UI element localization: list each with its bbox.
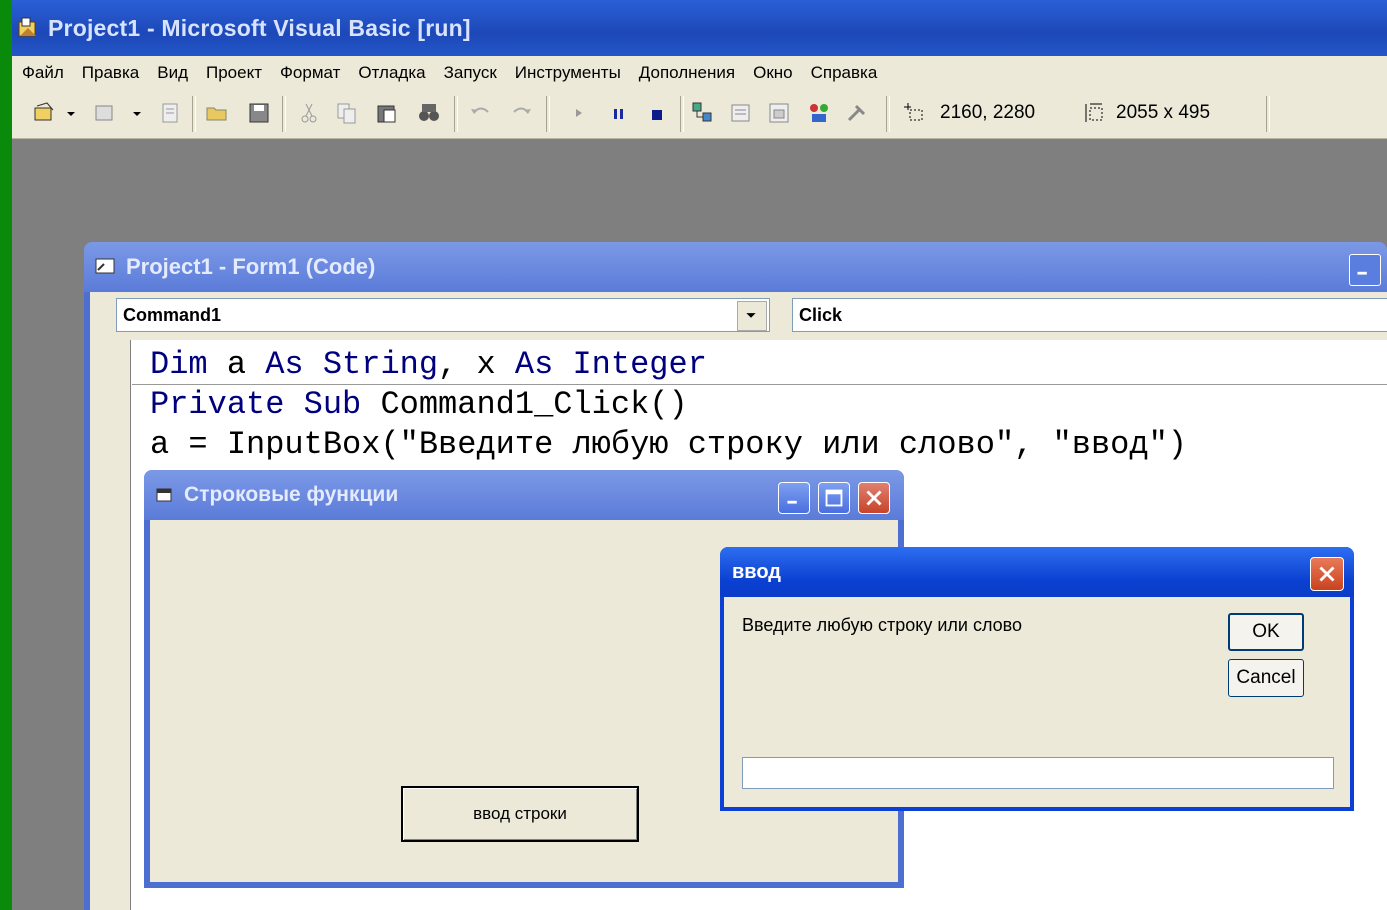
save-icon[interactable] — [246, 100, 272, 126]
copy-icon[interactable] — [334, 100, 360, 126]
code-window-title: Project1 - Form1 (Code) — [126, 254, 376, 279]
toolbar-separator — [680, 96, 684, 132]
toolbar-separator — [192, 96, 196, 132]
cancel-button[interactable]: Cancel — [1228, 659, 1304, 697]
menu-bar: Файл Правка Вид Проект Формат Отладка За… — [12, 56, 1387, 90]
object-browser-icon[interactable] — [806, 100, 832, 126]
minimize-button[interactable] — [1349, 254, 1381, 286]
close-icon — [866, 490, 882, 506]
procedure-combo-value: Click — [799, 304, 843, 325]
menu-project[interactable]: Проект — [206, 63, 262, 83]
add-form-icon[interactable] — [92, 100, 118, 126]
form-layout-icon[interactable] — [766, 100, 792, 126]
minimize-icon — [787, 500, 797, 504]
toolbar-separator — [454, 96, 458, 132]
stop-icon[interactable] — [644, 100, 670, 126]
cut-icon[interactable] — [296, 100, 322, 126]
toolbar-separator — [1266, 96, 1270, 132]
open-folder-icon[interactable] — [204, 100, 230, 126]
maximize-icon — [825, 489, 843, 507]
form-icon — [156, 488, 172, 502]
size-readout: 2055 x 495 — [1116, 102, 1211, 123]
redo-icon[interactable] — [508, 100, 534, 126]
menu-help[interactable]: Справка — [811, 63, 878, 83]
margin-indicator-bar — [90, 340, 131, 910]
close-icon — [1319, 566, 1335, 582]
paste-icon[interactable] — [374, 100, 400, 126]
break-icon[interactable] — [606, 100, 632, 126]
menu-view[interactable]: Вид — [157, 63, 188, 83]
input-dialog: ввод Введите любую строку или слово OK C… — [720, 547, 1354, 811]
procedure-combo[interactable]: Click — [792, 298, 1387, 332]
chevron-down-icon[interactable] — [130, 100, 144, 126]
dialog-prompt: Введите любую строку или слово — [742, 615, 1023, 635]
size-icon — [1085, 103, 1103, 122]
project-explorer-icon[interactable] — [690, 100, 716, 126]
menu-editor-icon[interactable] — [158, 100, 184, 126]
menu-window[interactable]: Окно — [753, 63, 793, 83]
code-line-3: a = InputBox("Введите любую строку или с… — [150, 426, 1187, 463]
undo-icon[interactable] — [468, 100, 494, 126]
menu-debug[interactable]: Отладка — [358, 63, 425, 83]
form-title: Строковые функции — [184, 483, 399, 506]
object-combo[interactable]: Command1 — [116, 298, 770, 332]
title-bar: Project1 - Microsoft Visual Basic [run] — [12, 0, 1387, 56]
object-combo-dropdown-button[interactable] — [737, 301, 767, 331]
object-combo-value: Command1 — [123, 304, 222, 325]
menu-run[interactable]: Запуск — [444, 63, 497, 83]
menu-tools[interactable]: Инструменты — [515, 63, 621, 83]
menu-format[interactable]: Формат — [280, 63, 340, 83]
toolbox-icon[interactable] — [844, 100, 870, 126]
toolbar-separator — [546, 96, 550, 132]
form-minimize-button[interactable] — [778, 482, 810, 514]
dialog-body: Введите любую строку или слово OK Cancel — [724, 597, 1350, 807]
code-combos: Command1 Click — [90, 292, 1387, 340]
vb-app-icon — [18, 17, 36, 37]
dialog-close-button[interactable] — [1310, 557, 1344, 591]
code-line-1: Dim a As String, x As Integer — [150, 346, 707, 383]
code-window-icon — [95, 258, 115, 274]
add-project-icon[interactable] — [32, 100, 58, 126]
minimize-icon — [1357, 271, 1367, 275]
toolbar-separator — [886, 96, 890, 132]
chevron-down-icon[interactable] — [64, 100, 78, 126]
ok-button[interactable]: OK — [1228, 613, 1304, 651]
dialog-title-bar[interactable]: ввод — [720, 547, 1354, 597]
menu-edit[interactable]: Правка — [82, 63, 139, 83]
properties-window-icon[interactable] — [728, 100, 754, 126]
dialog-title: ввод — [732, 560, 781, 583]
code-window-title-bar[interactable]: Project1 - Form1 (Code) — [84, 242, 1387, 292]
dialog-input-field[interactable] — [742, 757, 1334, 789]
procedure-separator — [132, 384, 1387, 385]
standard-toolbar: 2160, 2280 2055 x 495 — [12, 90, 1387, 139]
chevron-down-icon — [746, 313, 756, 318]
code-line-2: Private Sub Command1_Click() — [150, 386, 688, 423]
app-title: Project1 - Microsoft Visual Basic [run] — [48, 14, 471, 41]
start-icon[interactable] — [566, 100, 592, 126]
input-string-button[interactable]: ввод строки — [401, 786, 639, 842]
position-readout: 2160, 2280 — [940, 102, 1036, 123]
toolbar-separator — [282, 96, 286, 132]
form-close-button[interactable] — [858, 482, 890, 514]
find-icon[interactable] — [416, 100, 442, 126]
menu-addins[interactable]: Дополнения — [639, 63, 735, 83]
form-maximize-button[interactable] — [818, 482, 850, 514]
menu-file[interactable]: Файл — [22, 63, 64, 83]
position-icon — [904, 103, 923, 121]
